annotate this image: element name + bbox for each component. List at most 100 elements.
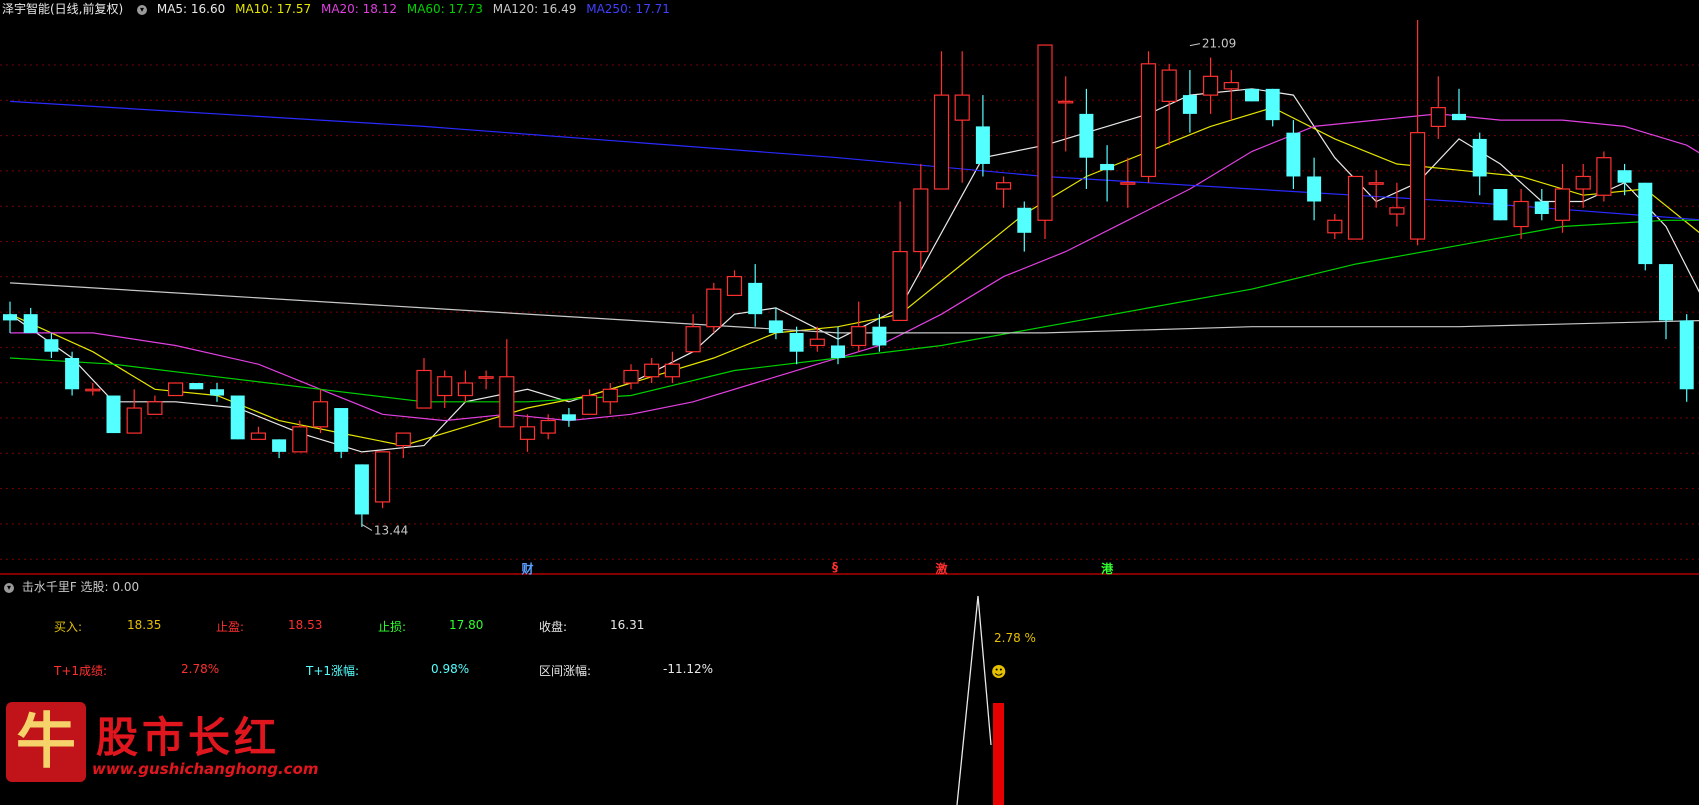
candle-body	[831, 345, 845, 358]
take-profit-label: 止盈:	[216, 620, 245, 634]
candle-body	[1100, 163, 1115, 171]
candle-down	[106, 395, 121, 434]
candle-up	[1202, 57, 1219, 114]
candle-body	[809, 338, 825, 347]
candle-body	[1659, 264, 1673, 321]
candle-body	[706, 288, 722, 328]
logo-url: www.gushichanghong.com	[92, 760, 319, 778]
candle-body	[1534, 201, 1549, 215]
candle-up	[1554, 163, 1571, 233]
candle-body	[519, 426, 536, 440]
t1-change-label: T+1涨幅:	[306, 664, 360, 678]
annotation-pointer	[361, 524, 373, 531]
candle-body	[250, 432, 266, 440]
candle-down	[748, 264, 763, 327]
candle-body	[230, 395, 245, 440]
candle-body	[1452, 113, 1466, 121]
candle-body	[1513, 200, 1529, 228]
candle-down	[3, 301, 17, 333]
candle-body	[189, 383, 204, 390]
candle-body	[168, 382, 184, 397]
candle-up	[250, 426, 266, 440]
candle-down	[975, 95, 990, 177]
candle-body	[395, 432, 411, 447]
candle-up	[1430, 76, 1446, 139]
candle-down	[354, 464, 369, 527]
candle-body	[954, 94, 970, 121]
candle-body	[1575, 175, 1591, 190]
candle-body	[272, 439, 287, 452]
watermark-logo: 牛 股市长红 www.gushichanghong.com	[2, 698, 319, 788]
candle-up	[954, 51, 970, 183]
candlestick-chart[interactable]: 21.09 13.44	[0, 0, 1699, 805]
candle-body	[478, 376, 494, 379]
candle-down	[189, 383, 204, 390]
event-marker[interactable]: §	[832, 560, 838, 574]
candle-body	[1223, 81, 1239, 90]
candle-body	[292, 426, 308, 453]
price-annotations: 21.09 13.44	[361, 37, 1236, 537]
close-value: 16.31	[610, 618, 645, 632]
candle-down	[1659, 264, 1673, 340]
indicator-settings-icon[interactable]: ▾	[4, 582, 14, 593]
candle-body	[85, 388, 101, 392]
candle-up	[1120, 157, 1136, 208]
candle-up	[395, 432, 411, 459]
candle-body	[1286, 132, 1301, 177]
candle-body	[65, 357, 80, 390]
candle-body	[3, 314, 17, 321]
candle-down	[1286, 120, 1301, 189]
candle-down	[1100, 145, 1115, 202]
candle-body	[106, 395, 121, 434]
range-change-label: 区间涨幅:	[539, 664, 592, 678]
candle-down	[1493, 188, 1508, 221]
candle-up	[1161, 63, 1177, 146]
candle-body	[23, 314, 38, 333]
ma60-line	[9, 219, 1699, 403]
ma20-label: MA20: 18.12	[320, 2, 398, 16]
candle-body	[1140, 63, 1157, 178]
candle-down	[44, 332, 59, 358]
stop-loss-label: 止损:	[378, 620, 407, 634]
candle-body	[995, 182, 1012, 190]
moving-average-lines	[9, 88, 1699, 453]
candle-up	[726, 270, 743, 296]
candle-body	[623, 369, 639, 384]
candle-down	[1307, 157, 1322, 221]
settings-icon[interactable]: ▾	[137, 4, 148, 15]
candle-body	[375, 451, 391, 503]
candle-body	[975, 126, 990, 164]
candle-up	[457, 370, 473, 402]
event-marker[interactable]: 激	[936, 560, 948, 577]
candle-body	[1368, 182, 1384, 185]
candle-body	[1037, 44, 1053, 221]
ma120-label: MA120: 16.49	[492, 2, 577, 16]
candle-up	[933, 51, 950, 190]
event-marker[interactable]: 港	[1101, 560, 1113, 577]
candle-body	[1554, 188, 1571, 221]
candle-down	[1265, 88, 1280, 127]
candle-down	[1245, 88, 1259, 102]
candle-down	[561, 408, 576, 427]
candle-down	[1679, 314, 1694, 402]
event-marker[interactable]: 财	[522, 560, 534, 577]
ma60-label: MA60: 17.73	[406, 2, 483, 16]
candle-body	[416, 369, 432, 409]
candle-up	[437, 370, 453, 409]
candle-body	[748, 282, 763, 315]
candle-down	[1472, 132, 1487, 196]
candle-body	[872, 326, 887, 346]
candle-up	[1409, 20, 1426, 246]
candle-body	[1245, 88, 1259, 102]
candle-up	[416, 357, 432, 409]
ma120-line	[9, 282, 1699, 334]
candle-body	[44, 339, 59, 352]
candle-body	[1079, 113, 1094, 158]
candle-body	[1307, 176, 1322, 202]
candle-up	[478, 370, 494, 390]
candle-up	[913, 163, 929, 271]
candle-up	[1596, 151, 1612, 202]
ma10-line	[9, 106, 1699, 447]
candle-body	[1017, 207, 1032, 233]
indicator-pane-graphics	[956, 595, 1004, 805]
